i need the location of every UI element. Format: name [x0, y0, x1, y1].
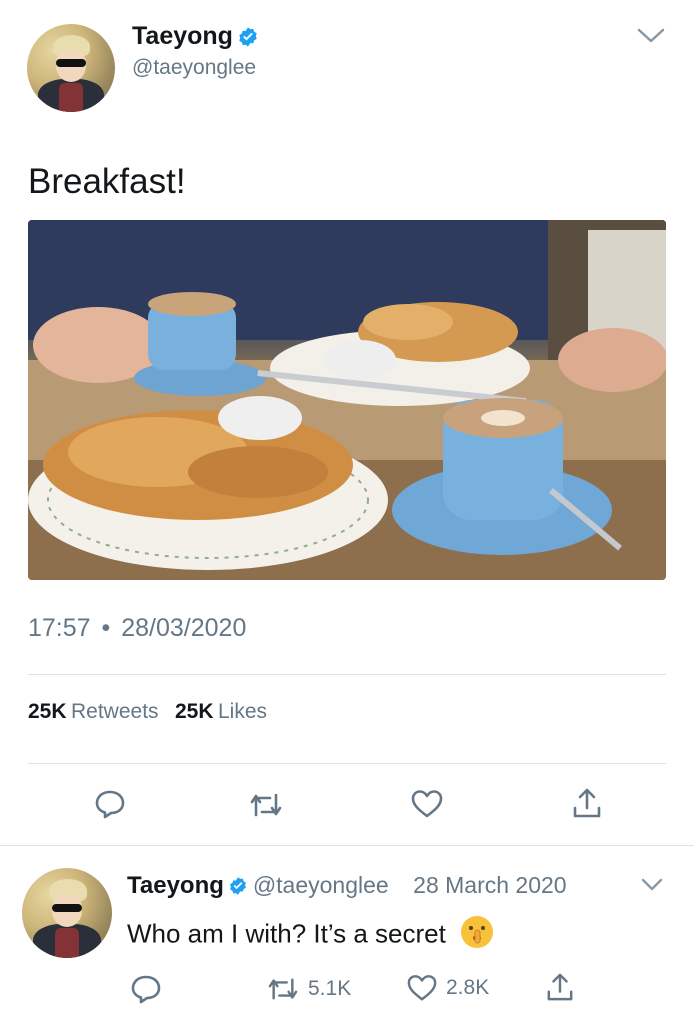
retweet-icon[interactable] [248, 790, 284, 820]
timestamp-separator: • [101, 614, 111, 642]
likes-count: 25K [174, 700, 214, 723]
reply-like-button[interactable]: 2.8K [406, 973, 489, 1003]
heart-icon[interactable] [410, 788, 444, 820]
author-handle[interactable]: @taeyonglee [132, 56, 256, 80]
reply-date: 28 March 2020 [413, 872, 567, 898]
reply-retweet-button[interactable]: 5.1K [266, 975, 351, 1003]
reply-header: Taeyong @taeyonglee 28 March 2020 [127, 872, 567, 901]
share-icon[interactable] [572, 786, 602, 820]
divider [28, 674, 666, 675]
reply-author-name[interactable]: Taeyong [127, 872, 224, 899]
reply-author-handle[interactable]: @taeyonglee [253, 872, 389, 898]
reply-icon[interactable] [94, 788, 126, 820]
shushing-face-emoji [459, 914, 495, 957]
tweet-text: Breakfast! [28, 162, 186, 201]
retweets-stat[interactable]: 25K Retweets [28, 700, 163, 723]
retweets-label: Retweets [70, 700, 159, 723]
chevron-down-icon[interactable] [636, 26, 666, 46]
tweet-timestamp: 17:57 • 28/03/2020 [28, 614, 246, 643]
reply-icon[interactable] [130, 973, 162, 1005]
verified-badge-icon [237, 26, 259, 53]
chevron-down-icon[interactable] [640, 877, 664, 893]
tweet-photo[interactable] [28, 220, 666, 580]
reply-retweet-count: 5.1K [308, 977, 352, 1000]
heart-icon [406, 973, 438, 1003]
retweet-icon [266, 975, 300, 1003]
reply-avatar[interactable] [22, 868, 112, 958]
avatar[interactable] [27, 24, 115, 112]
share-icon[interactable] [546, 971, 574, 1003]
breakfast-photo-illustration [28, 220, 666, 580]
author-name[interactable]: Taeyong [132, 22, 233, 50]
verified-badge-icon [228, 876, 248, 901]
reply-like-count: 2.8K [446, 976, 490, 999]
likes-stat[interactable]: 25K Likes [175, 700, 267, 723]
tweet-stats: 25K Retweets 25K Likes [28, 700, 267, 724]
divider [0, 845, 694, 846]
tweet-time: 17:57 [28, 614, 91, 642]
divider [28, 763, 666, 764]
retweets-count: 25K [28, 700, 67, 723]
tweet-date: 28/03/2020 [121, 614, 247, 642]
author-block: Taeyong [132, 22, 259, 53]
reply-text-content: Who am I with? It’s a secret [127, 918, 446, 949]
reply-text: Who am I with? It’s a secret [127, 914, 495, 957]
likes-label: Likes [217, 700, 267, 723]
